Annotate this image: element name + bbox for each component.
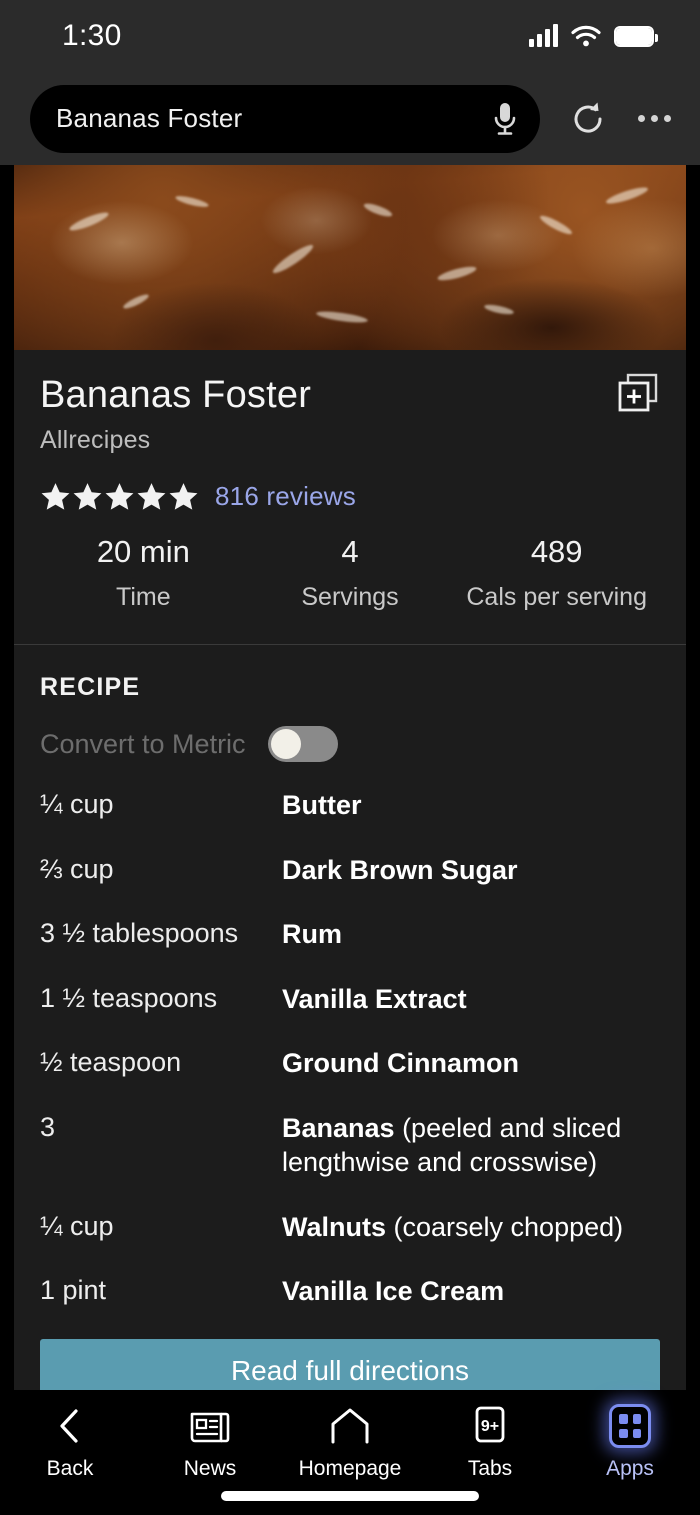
page-title: Bananas Foster: [40, 374, 312, 416]
ingredient-name: Vanilla Extract: [282, 982, 467, 1017]
ingredient-name-text: Dark Brown Sugar: [282, 854, 518, 885]
newspaper-icon: [188, 1404, 232, 1448]
recipe-stats: 20 min Time 4 Servings 489 Cals per serv…: [40, 534, 660, 620]
nav-item-news[interactable]: News: [140, 1404, 280, 1481]
more-options-icon: [638, 115, 645, 122]
star-icon: [137, 483, 166, 510]
ingredient-quantity: 1 ½ teaspoons: [40, 982, 218, 1013]
convert-to-metric-row[interactable]: Convert to Metric: [14, 702, 686, 762]
bottom-navigation-bar: Back News Homepage 9+ Tabs Apps: [0, 1390, 700, 1515]
more-options-button[interactable]: [638, 115, 671, 122]
recipe-source: Allrecipes: [40, 426, 151, 454]
list-item: ¼ cup Walnuts (coarsely chopped): [40, 1210, 660, 1245]
home-indicator: [221, 1491, 479, 1501]
ingredient-name-text: Bananas: [282, 1112, 395, 1143]
nav-item-back[interactable]: Back: [0, 1404, 140, 1481]
reload-icon: [574, 102, 602, 133]
ingredient-quantity: ¼ cup: [40, 1210, 114, 1241]
ingredient-name: Ground Cinnamon: [282, 1046, 519, 1081]
stat-value: 20 min: [96, 534, 190, 569]
star-icon: [41, 483, 70, 510]
ingredient-name: Vanilla Ice Cream: [282, 1274, 504, 1309]
tabs-icon: 9+: [471, 1404, 509, 1448]
search-input-value: Bananas Foster: [56, 103, 243, 133]
recipe-header: Bananas Foster Allrecipes 816 reviews 20…: [14, 350, 686, 620]
star-rating: [40, 481, 199, 512]
list-item: 3 Bananas (peeled and sliced lengthwise …: [40, 1111, 660, 1180]
star-icon: [169, 483, 198, 510]
ingredient-quantity: ⅔ cup: [40, 853, 114, 884]
home-icon: [327, 1404, 373, 1448]
ingredient-name: Rum: [282, 917, 342, 952]
ingredient-name-text: Butter: [282, 790, 362, 820]
ingredient-name-text: Ground Cinnamon: [282, 1048, 519, 1079]
nav-item-tabs[interactable]: 9+ Tabs: [420, 1404, 560, 1481]
svg-text:9+: 9+: [481, 1418, 499, 1435]
wifi-icon: [571, 25, 601, 47]
rating-row: 816 reviews: [40, 481, 660, 512]
ingredient-quantity: 3: [40, 1111, 56, 1142]
add-to-collection-icon: [618, 373, 658, 412]
ingredient-quantity: 3 ½ tablespoons: [40, 918, 239, 949]
ingredient-name: Walnuts (coarsely chopped): [282, 1210, 623, 1245]
list-item: ¼ cup Butter: [40, 788, 660, 823]
stat-value: 489: [530, 534, 583, 569]
ingredient-name: Butter: [282, 788, 362, 823]
nav-item-label: Back: [46, 1457, 94, 1480]
recipe-card: Bananas Foster Allrecipes 816 reviews 20…: [14, 165, 686, 1508]
convert-to-metric-label: Convert to Metric: [40, 728, 246, 759]
ingredient-quantity: 1 pint: [40, 1275, 107, 1306]
stat-label: Servings: [301, 583, 399, 611]
ingredient-name-text: Vanilla Ice Cream: [282, 1276, 505, 1307]
list-item: 1 pint Vanilla Ice Cream: [40, 1274, 660, 1309]
stat-time: 20 min Time: [40, 534, 247, 612]
ingredient-name-text: Vanilla Extract: [282, 983, 467, 1014]
ingredient-quantity: ½ teaspoon: [40, 1047, 182, 1078]
ingredient-quantity: ¼ cup: [40, 789, 114, 819]
toggle-knob: [270, 729, 301, 759]
convert-to-metric-toggle[interactable]: [267, 726, 338, 762]
phone-screen: 1:30 Bananas Foster Bananas Foster Allre…: [0, 0, 700, 1515]
ingredient-name: Bananas (peeled and sliced lengthwise an…: [282, 1111, 660, 1180]
star-icon: [105, 483, 134, 510]
browser-toolbar: Bananas Foster: [0, 72, 700, 165]
search-input[interactable]: Bananas Foster: [30, 84, 540, 153]
stat-label: Cals per serving: [466, 583, 647, 611]
reviews-link[interactable]: 816 reviews: [215, 481, 356, 512]
microphone-icon[interactable]: [492, 99, 518, 139]
nav-item-apps[interactable]: Apps: [560, 1404, 700, 1481]
list-item: 1 ½ teaspoons Vanilla Extract: [40, 982, 660, 1017]
list-item: 3 ½ tablespoons Rum: [40, 917, 660, 952]
ingredient-list: ¼ cup Butter ⅔ cup Dark Brown Sugar 3 ½ …: [14, 788, 686, 1309]
ingredient-name: Dark Brown Sugar: [282, 853, 518, 888]
nav-item-homepage[interactable]: Homepage: [280, 1404, 420, 1481]
page-content[interactable]: Bananas Foster Allrecipes 816 reviews 20…: [0, 165, 700, 1508]
cellular-signal-icon: [529, 24, 558, 47]
recipe-section-heading: RECIPE: [40, 673, 141, 701]
status-bar: 1:30: [0, 0, 700, 72]
nav-item-label: Apps: [606, 1457, 654, 1480]
list-item: ½ teaspoon Ground Cinnamon: [40, 1046, 660, 1081]
star-icon: [73, 483, 102, 510]
stat-servings: 4 Servings: [247, 534, 454, 612]
ingredient-name-text: Rum: [282, 919, 342, 950]
status-icons: [529, 24, 658, 47]
ingredient-note: (coarsely chopped): [386, 1211, 624, 1242]
status-clock: 1:30: [62, 19, 122, 52]
reload-button[interactable]: [566, 97, 610, 141]
stat-calories: 489 Cals per serving: [453, 534, 660, 612]
stat-label: Time: [116, 583, 171, 611]
apps-grid-icon: [609, 1404, 651, 1448]
ingredient-name-text: Walnuts: [282, 1211, 386, 1242]
recipe-hero-image: [14, 165, 686, 350]
nav-item-label: News: [183, 1457, 237, 1480]
nav-item-label: Homepage: [298, 1457, 402, 1480]
battery-full-icon: [614, 25, 658, 47]
add-to-collection-button[interactable]: [616, 372, 660, 416]
nav-item-label: Tabs: [467, 1457, 513, 1480]
list-item: ⅔ cup Dark Brown Sugar: [40, 853, 660, 888]
chevron-left-icon: [55, 1404, 85, 1448]
stat-value: 4: [341, 534, 359, 569]
